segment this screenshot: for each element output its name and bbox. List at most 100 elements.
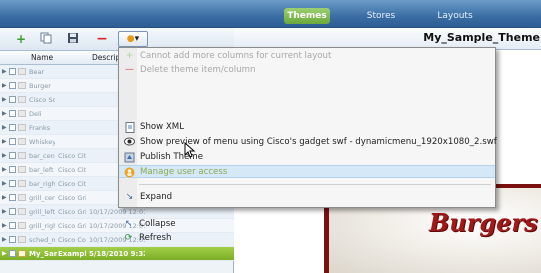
user-access-dropdown-button[interactable]: ●▾ — [118, 31, 148, 47]
row-name: grill_cente — [29, 194, 55, 202]
user-access-icon — [124, 167, 135, 178]
publish-icon — [124, 152, 135, 163]
collapse-icon: ↖ — [124, 219, 133, 229]
context-menu: + Cannot add more columns for current la… — [118, 47, 497, 208]
row-checkbox[interactable] — [9, 166, 16, 173]
expand-arrow-icon[interactable]: ▶ — [2, 177, 7, 190]
mouse-pointer-icon — [184, 142, 196, 158]
row-checkbox[interactable] — [9, 236, 16, 243]
expand-arrow-icon[interactable]: ▶ — [2, 247, 7, 260]
delete-icon[interactable]: − — [95, 32, 109, 46]
copy-icon[interactable] — [39, 32, 53, 46]
row-checkbox[interactable] — [9, 180, 16, 187]
expand-arrow-icon[interactable]: ▶ — [2, 149, 7, 162]
tab-layouts[interactable]: Layouts — [430, 8, 480, 24]
menu-item-collapse[interactable]: ↖ Collapse — [118, 218, 496, 231]
user-access-icon: ● — [126, 34, 135, 44]
menu-item-manage-user-access[interactable]: Manage user access — [119, 165, 495, 178]
row-name: bar_left — [29, 166, 54, 174]
refresh-icon: ⟳ — [124, 233, 133, 243]
row-name: Whiskey — [29, 138, 55, 146]
row-description: Cisco City — [58, 166, 86, 174]
folder-icon — [18, 110, 26, 117]
row-description: Cisco Grill Left Scr — [58, 208, 86, 216]
delete-icon: — — [125, 65, 134, 75]
chevron-down-icon: ▾ — [134, 34, 140, 44]
row-name: Franks — [29, 124, 51, 132]
row-description: Cisco Coach Schec — [58, 236, 86, 244]
menu-item-delete-theme-item[interactable]: — Delete theme item/column — [119, 64, 495, 77]
menu-item-show-xml[interactable]: Show XML — [119, 121, 495, 134]
menu-item-add-column[interactable]: + Cannot add more columns for current la… — [119, 50, 495, 63]
tab-themes[interactable]: Themes — [284, 8, 330, 24]
row-name: My_Samp — [29, 250, 57, 258]
expand-arrow-icon[interactable]: ▶ — [2, 163, 7, 176]
expand-arrow-icon[interactable]: ▶ — [2, 205, 7, 218]
row-checkbox[interactable] — [9, 194, 16, 201]
tab-stores[interactable]: Stores — [358, 8, 404, 24]
folder-icon — [18, 236, 26, 243]
row-description: Cisco City — [58, 152, 86, 160]
row-checkbox[interactable] — [9, 110, 16, 117]
row-checkbox[interactable] — [9, 124, 16, 131]
save-icon[interactable] — [66, 32, 80, 46]
row-date: 5/18/2010 9:32 P — [89, 250, 145, 258]
folder-icon — [18, 68, 26, 75]
folder-icon — [18, 222, 26, 229]
row-checkbox[interactable] — [9, 138, 16, 145]
row-name: bar_cente — [29, 152, 55, 160]
row-name: Deli — [29, 110, 42, 118]
expand-arrow-icon[interactable]: ▶ — [2, 65, 7, 78]
row-checkbox[interactable] — [9, 82, 16, 89]
row-description: Cisco Grill — [58, 194, 86, 202]
folder-icon — [18, 152, 26, 159]
menu-item-show-preview[interactable]: Show preview of menu using Cisco's gadge… — [119, 136, 497, 149]
expand-arrow-icon[interactable]: ▶ — [2, 107, 7, 120]
folder-icon — [18, 250, 26, 257]
menu-item-refresh[interactable]: ⟳ Refresh — [118, 232, 496, 245]
expand-arrow-icon[interactable]: ▶ — [2, 233, 7, 246]
expand-arrow-icon[interactable]: ▶ — [2, 191, 7, 204]
expand-arrow-icon[interactable]: ▶ — [2, 135, 7, 148]
expand-arrow-icon[interactable]: ▶ — [2, 121, 7, 134]
selected-list-item[interactable]: ▶ My_SampExample5/18/2010 9:32 P — [0, 247, 234, 261]
folder-icon — [18, 194, 26, 201]
row-name: grill_left — [29, 208, 55, 216]
folder-icon — [18, 82, 26, 89]
row-checkbox[interactable] — [9, 152, 16, 159]
row-name: bar_right — [29, 180, 55, 188]
row-name: Bear — [29, 68, 45, 76]
menu-item-publish-theme[interactable]: Publish Theme — [119, 151, 495, 164]
row-name: sched_me — [29, 236, 55, 244]
expand-arrow-icon[interactable]: ▶ — [2, 219, 7, 232]
folder-icon — [18, 208, 26, 215]
menu-item-expand[interactable]: ↘ Expand — [119, 191, 495, 204]
row-description: Example — [58, 250, 86, 258]
menu-separator — [139, 184, 491, 185]
row-name: Cisco Soft — [29, 96, 55, 104]
row-checkbox[interactable] — [9, 250, 16, 257]
row-name: grill_right — [29, 222, 55, 230]
expand-icon: ↘ — [125, 192, 134, 202]
folder-icon — [18, 124, 26, 131]
folder-icon — [18, 166, 26, 173]
eye-preview-icon — [124, 137, 135, 148]
folder-icon — [18, 180, 26, 187]
add-icon: + — [125, 51, 134, 61]
add-icon[interactable]: + — [14, 32, 28, 46]
column-header-name[interactable]: Name — [31, 51, 53, 65]
row-description: Cisco City — [58, 180, 86, 188]
expand-arrow-icon[interactable]: ▶ — [2, 79, 7, 92]
xml-document-icon — [124, 122, 135, 133]
top-navigation-bar: Themes Stores Layouts — [0, 0, 541, 28]
page-title: My_Sample_Theme — [423, 31, 540, 44]
row-checkbox[interactable] — [9, 68, 16, 75]
row-name: Burger — [29, 82, 51, 90]
folder-icon — [18, 138, 26, 145]
folder-icon — [18, 96, 26, 103]
expand-arrow-icon[interactable]: ▶ — [2, 93, 7, 106]
row-checkbox[interactable] — [9, 96, 16, 103]
row-description: Cisco Grill Right Sc — [58, 222, 86, 230]
row-checkbox[interactable] — [9, 208, 16, 215]
row-checkbox[interactable] — [9, 222, 16, 229]
